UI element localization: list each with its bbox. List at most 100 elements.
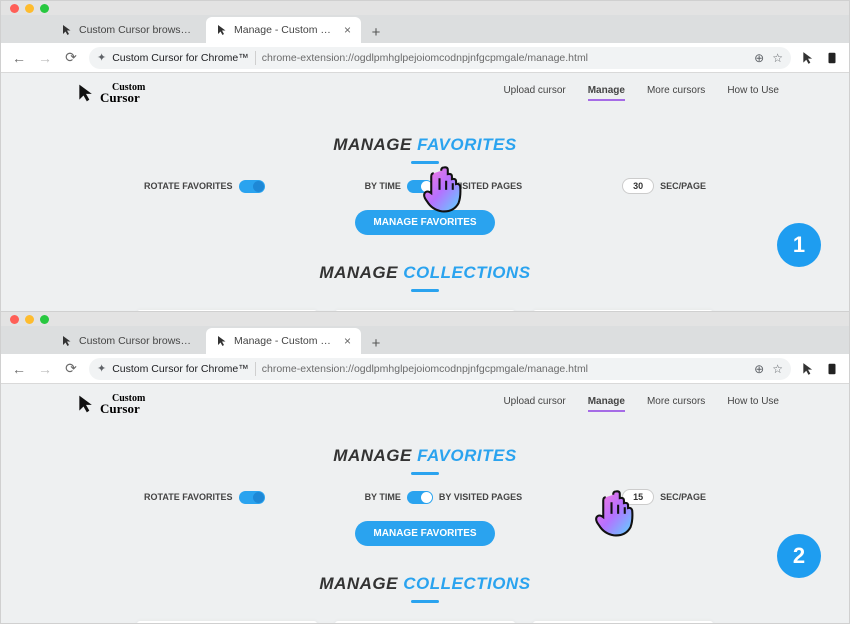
traffic-minimize[interactable]	[25, 315, 34, 324]
bookmark-icon[interactable]: ☆	[772, 362, 783, 376]
cursor-icon	[216, 24, 228, 36]
site-header: CustomCursor Upload cursor Manage More c…	[1, 384, 849, 424]
close-icon[interactable]: ×	[344, 23, 351, 37]
section-heading-collections: MANAGE COLLECTIONS	[1, 263, 849, 283]
logo-line2: Cursor	[100, 90, 140, 105]
bookmark-icon[interactable]: ☆	[772, 51, 783, 65]
omnibox-prefix: Custom Cursor for Chrome™	[112, 363, 249, 375]
seconds-input[interactable]: 30	[622, 178, 654, 194]
traffic-minimize[interactable]	[25, 4, 34, 13]
forward-button[interactable]: →	[37, 361, 53, 377]
forward-button[interactable]: →	[37, 50, 53, 66]
section-heading-favorites: MANAGE FAVORITES	[1, 446, 849, 466]
nav-menu: Upload cursor Manage More cursors How to…	[503, 85, 779, 101]
cursor-icon	[61, 335, 73, 347]
close-icon[interactable]: ×	[344, 334, 351, 348]
nav-manage[interactable]: Manage	[588, 396, 625, 412]
rotate-favorites-label: ROTATE FAVORITES	[144, 181, 233, 191]
collection-card[interactable]	[533, 621, 713, 624]
extension-icons	[801, 51, 839, 65]
heading-rule	[411, 161, 439, 164]
nav-manage[interactable]: Manage	[588, 85, 625, 101]
step-badge: 1	[777, 223, 821, 267]
rotate-favorites-control: ROTATE FAVORITES	[144, 491, 265, 504]
separator	[255, 51, 256, 65]
traffic-close[interactable]	[10, 315, 19, 324]
site-logo[interactable]: CustomCursor	[76, 394, 145, 415]
section-heading-collections: MANAGE COLLECTIONS	[1, 574, 849, 594]
collection-cards	[1, 621, 849, 624]
seconds-control: 15 SEC/PAGE	[622, 489, 706, 505]
cursor-ext-icon[interactable]	[801, 51, 815, 65]
by-pages-label: BY VISITED PAGES	[439, 492, 522, 502]
cursor-icon	[216, 335, 228, 347]
manage-favorites-button[interactable]: MANAGE FAVORITES	[355, 210, 494, 235]
search-icon[interactable]: ⊕	[754, 51, 764, 65]
rotate-favorites-toggle[interactable]	[239, 491, 265, 504]
section-heading-favorites: MANAGE FAVORITES	[1, 135, 849, 155]
manage-favorites-button[interactable]: MANAGE FAVORITES	[355, 521, 494, 546]
nav-how[interactable]: How to Use	[727, 85, 779, 101]
seconds-control: 30 SEC/PAGE	[622, 178, 706, 194]
secpage-label: SEC/PAGE	[660, 181, 706, 191]
nav-menu: Upload cursor Manage More cursors How to…	[503, 396, 779, 412]
favorites-controls: ROTATE FAVORITES BY TIME BY VISITED PAGE…	[1, 178, 849, 194]
by-time-label: BY TIME	[365, 492, 401, 502]
collection-card[interactable]	[137, 621, 317, 624]
nav-upload[interactable]: Upload cursor	[503, 85, 565, 101]
mode-toggle[interactable]	[407, 180, 433, 193]
new-tab-button[interactable]: +	[365, 332, 387, 354]
browser-toolbar: ← → ⟳ ✦ Custom Cursor for Chrome™ chrome…	[1, 354, 849, 384]
separator	[255, 362, 256, 376]
traffic-zoom[interactable]	[40, 315, 49, 324]
rotate-favorites-label: ROTATE FAVORITES	[144, 492, 233, 502]
omnibox-url: chrome-extension://ogdlpmhglpejoiomcodnp…	[262, 363, 748, 375]
rotate-favorites-toggle[interactable]	[239, 180, 265, 193]
mode-control: BY TIME BY VISITED PAGES	[365, 491, 523, 504]
seconds-input[interactable]: 15	[622, 489, 654, 505]
by-time-label: BY TIME	[365, 181, 401, 191]
search-icon[interactable]: ⊕	[754, 362, 764, 376]
screenshot-step-2: Custom Cursor browser extensi Manage - C…	[0, 312, 850, 624]
site-header: CustomCursor Upload cursor Manage More c…	[1, 73, 849, 113]
extension-icons	[801, 362, 839, 376]
back-button[interactable]: ←	[11, 50, 27, 66]
nav-more[interactable]: More cursors	[647, 85, 705, 101]
step-badge: 2	[777, 534, 821, 578]
other-ext-icon[interactable]	[825, 362, 839, 376]
tab-title: Manage - Custom Cursor for Ch	[234, 335, 334, 347]
by-pages-label: BY VISITED PAGES	[439, 181, 522, 191]
mode-toggle[interactable]	[407, 491, 433, 504]
browser-toolbar: ← → ⟳ ✦ Custom Cursor for Chrome™ chrome…	[1, 43, 849, 73]
cursor-ext-icon[interactable]	[801, 362, 815, 376]
site-logo[interactable]: CustomCursor	[76, 83, 145, 104]
back-button[interactable]: ←	[11, 361, 27, 377]
tab-active[interactable]: Manage - Custom Cursor for Ch ×	[206, 17, 361, 43]
other-ext-icon[interactable]	[825, 51, 839, 65]
traffic-close[interactable]	[10, 4, 19, 13]
screenshot-step-1: Custom Cursor browser extensi Manage - C…	[0, 0, 850, 312]
page-content: CustomCursor Upload cursor Manage More c…	[1, 73, 849, 312]
cursor-icon	[61, 24, 73, 36]
nav-upload[interactable]: Upload cursor	[503, 396, 565, 412]
heading-rule	[411, 600, 439, 603]
reload-button[interactable]: ⟳	[63, 50, 79, 66]
nav-how[interactable]: How to Use	[727, 396, 779, 412]
nav-more[interactable]: More cursors	[647, 396, 705, 412]
favorites-controls: ROTATE FAVORITES BY TIME BY VISITED PAGE…	[1, 489, 849, 505]
macos-titlebar	[1, 1, 849, 15]
tab-inactive[interactable]: Custom Cursor browser extensi	[51, 328, 206, 354]
traffic-zoom[interactable]	[40, 4, 49, 13]
tab-strip: Custom Cursor browser extensi Manage - C…	[1, 15, 849, 43]
reload-button[interactable]: ⟳	[63, 361, 79, 377]
new-tab-button[interactable]: +	[365, 21, 387, 43]
tab-active[interactable]: Manage - Custom Cursor for Ch ×	[206, 328, 361, 354]
omnibox-url: chrome-extension://ogdlpmhglpejoiomcodnp…	[262, 52, 748, 64]
address-bar[interactable]: ✦ Custom Cursor for Chrome™ chrome-exten…	[89, 47, 791, 69]
extension-icon: ✦	[97, 51, 106, 64]
extension-icon: ✦	[97, 362, 106, 375]
tab-inactive[interactable]: Custom Cursor browser extensi	[51, 17, 206, 43]
secpage-label: SEC/PAGE	[660, 492, 706, 502]
address-bar[interactable]: ✦ Custom Cursor for Chrome™ chrome-exten…	[89, 358, 791, 380]
collection-card[interactable]	[335, 621, 515, 624]
